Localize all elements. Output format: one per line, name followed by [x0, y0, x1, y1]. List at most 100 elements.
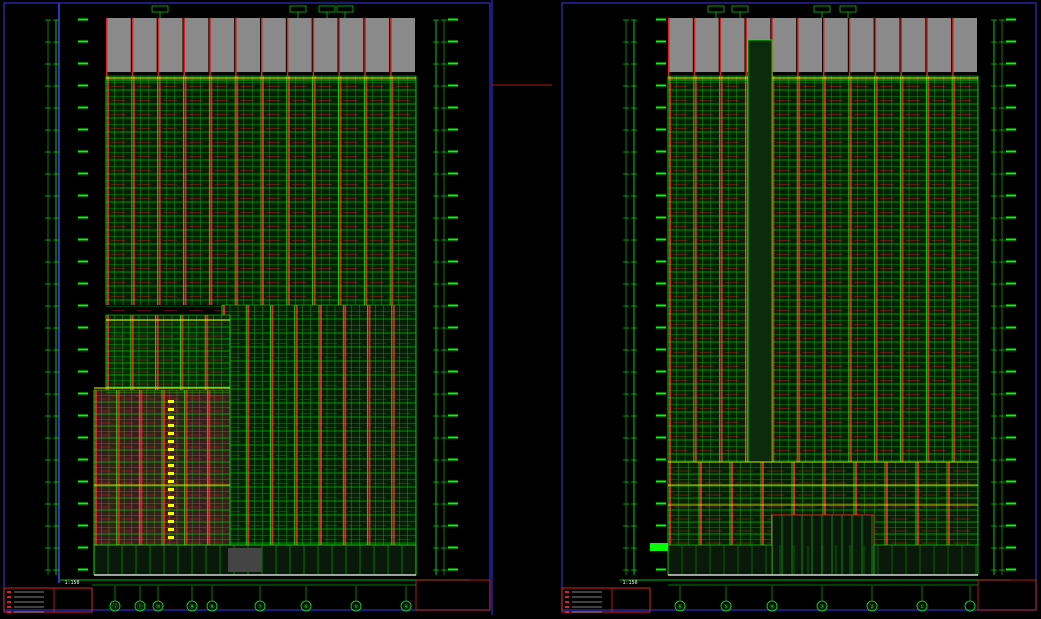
parapet-pier — [874, 18, 877, 76]
legend-swatch — [565, 606, 569, 608]
wall-strip — [156, 315, 159, 390]
level-label-glyph — [656, 172, 666, 175]
grid-bubble-label: ④ — [769, 604, 774, 611]
top-callout-box — [318, 5, 336, 13]
level-label-glyph — [1006, 128, 1016, 131]
level-label-glyph — [448, 238, 458, 241]
level-label-glyph — [78, 172, 88, 175]
parapet-panel — [849, 18, 874, 72]
level-label-glyph — [448, 436, 458, 439]
parapet-pier — [823, 18, 825, 76]
wall-strip — [824, 76, 826, 462]
parapet-pier — [745, 18, 747, 76]
level-label-glyph — [448, 546, 458, 549]
legend-swatch — [565, 611, 569, 613]
level-label-glyph — [448, 568, 458, 571]
ground-floor-storefront — [667, 544, 773, 576]
parapet-panel — [132, 18, 157, 72]
level-label-glyph — [656, 84, 666, 87]
level-label-glyph — [1006, 106, 1016, 109]
level-label-glyph — [448, 84, 458, 87]
wall-strip — [344, 305, 347, 545]
parapet-panel — [210, 18, 235, 72]
level-label-glyph — [656, 546, 666, 549]
level-label-glyph — [1006, 436, 1016, 439]
level-label-glyph — [448, 304, 458, 307]
level-label-glyph — [656, 502, 666, 505]
level-label-glyph — [656, 524, 666, 527]
facade-background — [106, 315, 230, 390]
level-label-glyph — [78, 348, 88, 351]
column-detail-mark — [168, 504, 174, 507]
level-label-glyph — [1006, 84, 1016, 87]
level-label-glyph — [78, 546, 88, 549]
wall-strip — [669, 76, 671, 462]
top-callout-box — [839, 5, 857, 13]
parapet-panel — [236, 18, 260, 72]
parapet-pier — [693, 18, 696, 76]
column-detail-mark — [168, 488, 174, 491]
level-label-glyph — [78, 40, 88, 43]
wall-strip — [181, 315, 184, 390]
wall-strip — [901, 76, 904, 462]
level-label-glyph — [1006, 326, 1016, 329]
parapet-panel — [694, 18, 719, 72]
legend-swatch — [565, 591, 569, 593]
level-label-glyph — [78, 238, 88, 241]
parapet-panel — [824, 18, 848, 72]
parapet-panel — [875, 18, 900, 72]
level-label-glyph — [78, 106, 88, 109]
level-label-glyph — [656, 304, 666, 307]
column-detail-mark — [168, 512, 174, 515]
level-label-glyph — [656, 238, 666, 241]
parapet-panel — [927, 18, 952, 72]
level-label-glyph — [78, 84, 88, 87]
grid-bubble-label: ⑥ — [303, 604, 308, 611]
parapet-pier — [312, 18, 315, 76]
top-callout-box — [289, 5, 307, 13]
level-label-glyph — [1006, 304, 1016, 307]
wall-strip — [206, 315, 209, 390]
central-core-strip — [747, 39, 773, 463]
wall-strip — [247, 305, 250, 545]
sheet-inner-border — [58, 3, 60, 583]
level-label-glyph — [78, 216, 88, 219]
level-label-glyph — [78, 62, 88, 65]
legend-swatch — [7, 611, 11, 613]
wall-strip — [875, 76, 878, 462]
level-label-glyph — [1006, 62, 1016, 65]
parapet-pier — [286, 18, 289, 76]
parapet-panel — [669, 18, 693, 72]
column-detail-mark — [168, 456, 174, 459]
grid-bubble-label: ⑦ — [257, 604, 262, 611]
grid-bubble-label: ③ — [819, 604, 824, 611]
cad-drawing-viewport[interactable]: ⑫ ⑪ ⑩ ⑨ ⑧ ⑦ ⑥ ⑤ ④ 1:150 ⑥ ⑤ ④ ③ ② ① 1:150 — [0, 0, 1041, 615]
parapet-pier — [926, 18, 928, 76]
parapet-pier — [209, 18, 211, 76]
parapet-panel — [184, 18, 209, 72]
column-detail-mark — [168, 528, 174, 531]
level-label-glyph — [1006, 392, 1016, 395]
parapet-pier — [235, 18, 237, 76]
level-label-glyph — [1006, 260, 1016, 263]
column-detail-mark — [168, 400, 174, 403]
level-label-glyph — [656, 392, 666, 395]
level-label-glyph — [1006, 18, 1016, 21]
parapet-panel — [391, 18, 415, 72]
grid-bubble-label: ⑨ — [189, 604, 194, 611]
column-detail-mark — [168, 520, 174, 523]
sheet-divider — [491, 0, 552, 615]
wall-strip — [849, 76, 852, 462]
parapet-panel — [313, 18, 338, 72]
grid-bubble-label: ⑤ — [723, 604, 728, 611]
grid-bubble-label: ⑩ — [155, 604, 160, 611]
parapet-pier — [183, 18, 185, 76]
level-label-glyph — [656, 128, 666, 131]
level-label-glyph — [656, 106, 666, 109]
level-label-glyph — [1006, 546, 1016, 549]
wall-strip — [131, 315, 134, 390]
level-label-glyph — [78, 458, 88, 461]
level-label-glyph — [656, 348, 666, 351]
parapet-pier — [131, 18, 134, 76]
parapet-panel — [798, 18, 822, 72]
